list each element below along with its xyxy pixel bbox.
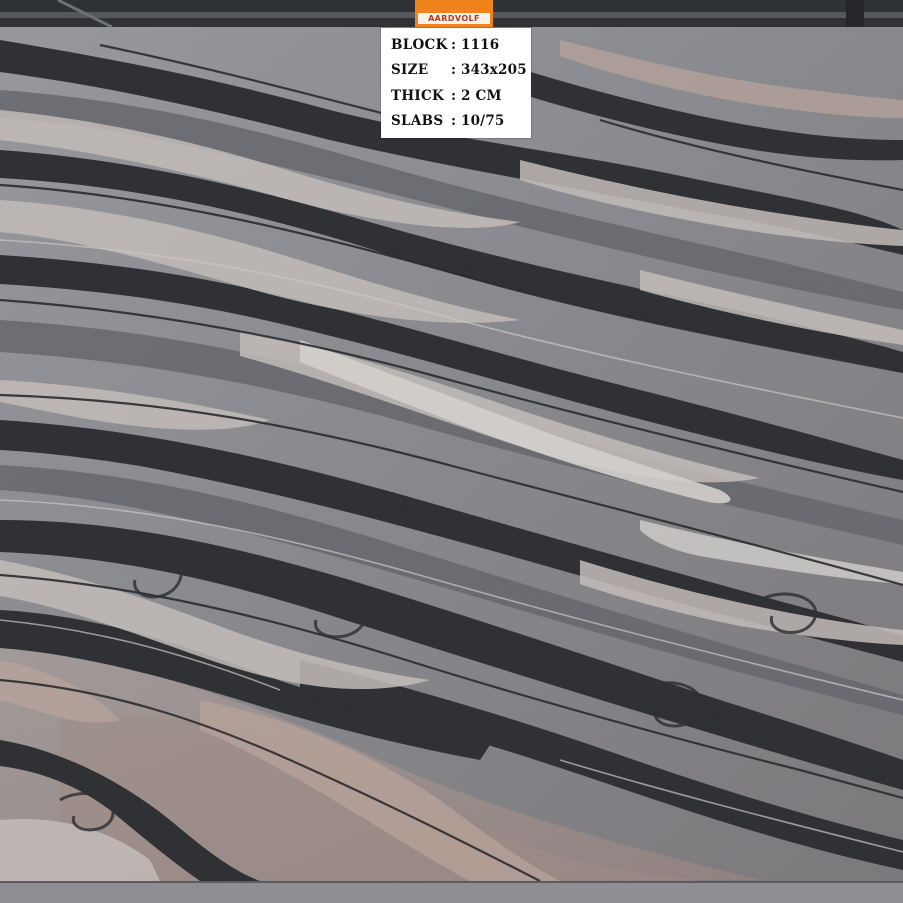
info-row-slabs: SLABS : 10/75 [391,109,531,135]
info-key: SLABS [391,113,444,130]
info-key: THICK [391,87,445,104]
floor-strip [0,881,903,903]
info-separator: : [451,36,456,53]
info-value: 1116 [461,36,500,53]
info-row-thick: THICK : 2 CM [391,83,531,109]
brand-tag: AARDVOLF [415,0,493,27]
background-pillar [846,0,864,30]
info-row-size: SIZE : 343x205 [391,58,531,84]
info-separator: : [451,62,456,79]
info-key: SIZE [391,62,429,79]
info-value: 2 CM [461,87,502,104]
info-key: BLOCK [391,36,448,53]
info-value: 10/75 [461,113,505,130]
info-value: 343x205 [461,62,527,79]
info-separator: : [451,113,456,130]
slab-photo-scene: AARDVOLF BLOCK : 1116 SIZE : 343x205 THI… [0,0,903,903]
info-separator: : [451,87,456,104]
info-row-block: BLOCK : 1116 [391,32,531,58]
brand-logo-text: AARDVOLF [418,13,490,24]
granite-slab [0,27,903,881]
slab-info-card: BLOCK : 1116 SIZE : 343x205 THICK : 2 CM… [381,28,531,138]
